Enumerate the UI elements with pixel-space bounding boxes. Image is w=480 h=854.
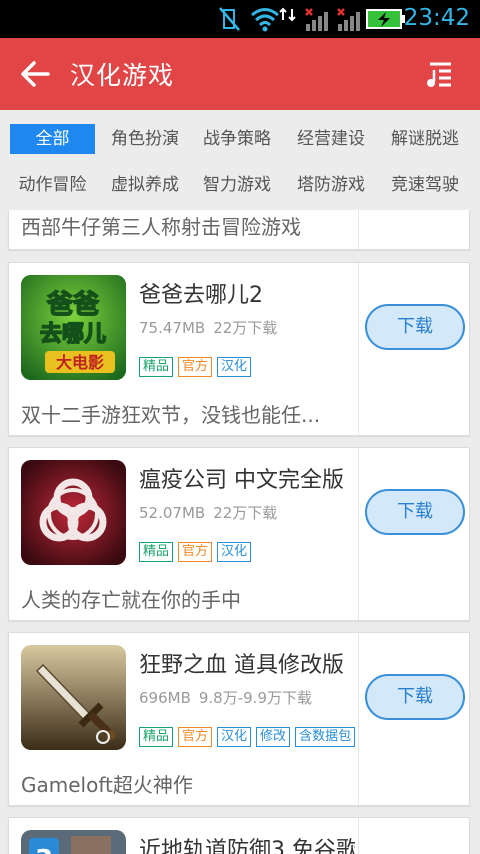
game-name: 瘟疫公司 中文完全版 xyxy=(139,468,344,493)
tag-premium: 精品 xyxy=(139,727,174,747)
game-size: 75.47MB xyxy=(139,319,206,337)
game-tags: 精品 官方 汉化 xyxy=(139,355,256,377)
game-meta: 52.07MB 22万下载 xyxy=(139,502,277,523)
category-strategy[interactable]: 战争策略 xyxy=(196,124,278,154)
wifi-icon xyxy=(251,8,279,32)
game-card[interactable]: 西部牛仔第三人称射击冒险游戏 xyxy=(8,210,470,250)
biohazard-icon xyxy=(21,460,126,565)
battery-charging-icon xyxy=(366,9,405,29)
category-raising[interactable]: 虚拟养成 xyxy=(104,170,186,200)
category-simulation[interactable]: 经营建设 xyxy=(290,124,372,154)
category-brain[interactable]: 智力游戏 xyxy=(196,170,278,200)
tag-premium: 精品 xyxy=(139,542,174,562)
game-downloads: 9.8万-9.9万下载 xyxy=(198,689,312,707)
tower-defense-icon: 3 xyxy=(21,830,126,854)
game-name: 近地轨道防御3 免谷歌版 xyxy=(139,838,355,854)
tag-chinese: 汉化 xyxy=(217,357,252,377)
tag-official: 官方 xyxy=(178,357,213,377)
svg-text:3: 3 xyxy=(35,845,53,854)
svg-text:大电影: 大电影 xyxy=(56,353,104,372)
category-racing[interactable]: 竞速驾驶 xyxy=(384,170,466,200)
game-description: 西部牛仔第三人称射击冒险游戏 xyxy=(21,215,301,239)
page-title: 汉化游戏 xyxy=(70,61,175,90)
game-card[interactable]: 3 近地轨道防御3 免谷歌版 xyxy=(8,817,470,854)
game-list: 西部牛仔第三人称射击冒险游戏 爸爸 去哪儿 大电影 爸爸去哪儿2 75.47MB… xyxy=(0,210,480,854)
game-card[interactable]: 瘟疫公司 中文完全版 52.07MB 22万下载 精品 官方 汉化 人类的存亡就在你的… xyxy=(8,447,470,621)
game-card[interactable]: 狂野之血 道具修改版 696MB 9.8万-9.9万下载 精品 官方 汉化 修改 含数据包… xyxy=(8,632,470,806)
download-button[interactable]: 下载 xyxy=(365,674,465,720)
category-tabs: 全部 角色扮演 战争策略 经营建设 解谜脱逃 动作冒险 虚拟养成 智力游戏 塔防… xyxy=(0,110,480,210)
game-description: 双十二手游狂欢节，没钱也能任... xyxy=(21,403,321,427)
back-arrow-icon[interactable] xyxy=(20,60,50,88)
category-rpg[interactable]: 角色扮演 xyxy=(104,124,186,154)
game-meta: 75.47MB 22万下载 xyxy=(139,317,277,338)
signal-no-service-icon xyxy=(305,8,328,31)
category-puzzle-escape[interactable]: 解谜脱逃 xyxy=(384,124,466,154)
category-all[interactable]: 全部 xyxy=(10,124,95,154)
data-transfer-icon xyxy=(279,7,296,22)
tag-modified: 修改 xyxy=(256,727,291,747)
tag-chinese: 汉化 xyxy=(217,727,252,747)
tag-premium: 精品 xyxy=(139,357,174,377)
game-tags: 精品 官方 汉化 修改 含数据包 xyxy=(139,725,360,747)
game-size: 696MB xyxy=(139,689,191,707)
tag-chinese: 汉化 xyxy=(217,542,252,562)
download-button[interactable]: 下载 xyxy=(365,304,465,350)
tag-official: 官方 xyxy=(178,727,213,747)
vibrate-mute-icon xyxy=(219,7,240,31)
category-tower-defense[interactable]: 塔防游戏 xyxy=(290,170,372,200)
sort-filter-icon[interactable] xyxy=(424,60,454,90)
svg-text:去哪儿: 去哪儿 xyxy=(40,322,106,347)
game-meta: 696MB 9.8万-9.9万下载 xyxy=(139,687,312,708)
game-description: 人类的存亡就在你的手中 xyxy=(21,588,241,612)
game-name: 爸爸去哪儿2 xyxy=(139,283,263,308)
svg-text:爸爸: 爸爸 xyxy=(46,290,99,320)
category-action[interactable]: 动作冒险 xyxy=(10,170,95,200)
status-bar: 23:42 xyxy=(0,0,480,38)
game-downloads: 22万下载 xyxy=(213,504,278,522)
title-bar: 汉化游戏 xyxy=(0,38,480,110)
clock: 23:42 xyxy=(403,5,470,31)
game-downloads: 22万下载 xyxy=(213,319,278,337)
game-size: 52.07MB xyxy=(139,504,206,522)
game-card[interactable]: 爸爸 去哪儿 大电影 爸爸去哪儿2 75.47MB 22万下载 精品 官方 汉化 双十… xyxy=(8,262,470,436)
game-tags: 精品 官方 汉化 xyxy=(139,540,256,562)
tag-data-pack: 含数据包 xyxy=(295,727,356,747)
game-name: 狂野之血 道具修改版 xyxy=(139,653,344,678)
tag-official: 官方 xyxy=(178,542,213,562)
signal-no-service-icon xyxy=(337,8,360,31)
baba-qunaer-icon: 爸爸 去哪儿 大电影 xyxy=(21,275,126,380)
game-description: Gameloft超火神作 xyxy=(21,773,193,797)
download-button[interactable]: 下载 xyxy=(365,489,465,535)
sword-icon xyxy=(21,645,126,750)
